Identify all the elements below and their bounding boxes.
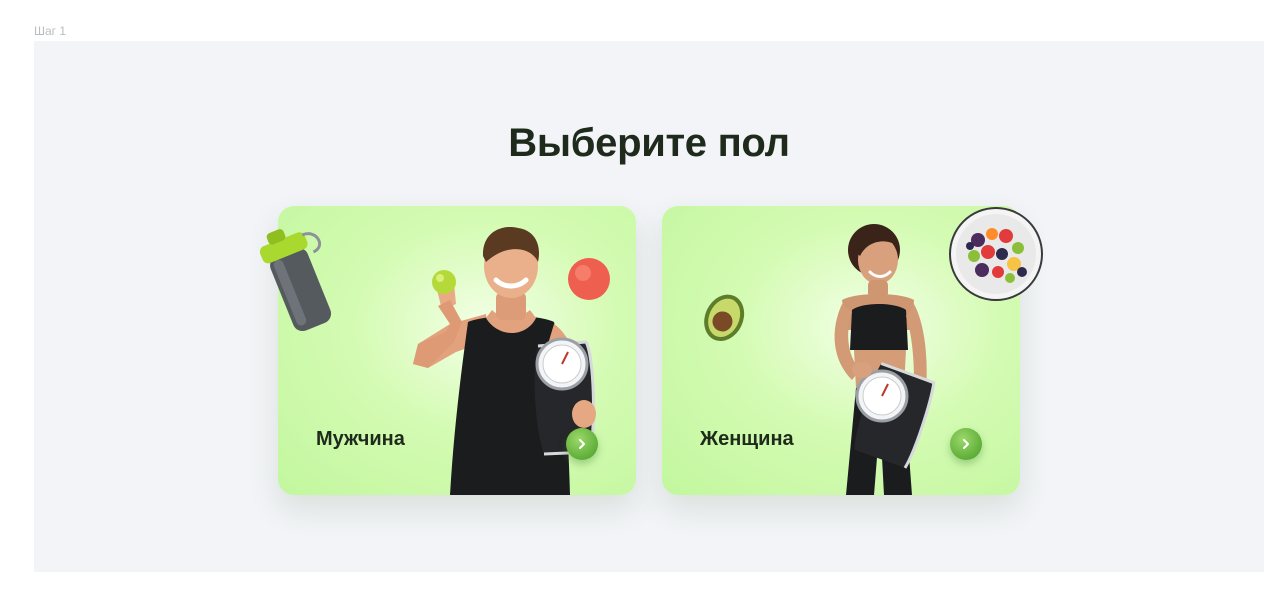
- shaker-bottle-image: [259, 229, 332, 332]
- card-arrow-button-female[interactable]: [950, 428, 982, 460]
- gender-card-male[interactable]: Мужчина: [259, 206, 636, 495]
- woman-with-scale-image: [834, 224, 936, 495]
- page-title: Выберите пол: [508, 121, 790, 165]
- gender-label-male: Мужчина: [316, 428, 405, 450]
- gender-card-female[interactable]: Женщина: [662, 206, 1043, 495]
- fruit-bowl-image: [949, 207, 1043, 301]
- gender-label-female: Женщина: [700, 428, 794, 450]
- avocado-image: [704, 294, 745, 341]
- grapefruit-image: [568, 258, 610, 300]
- onboarding-frame: Выберите пол Мужчина Женщина: [34, 41, 1264, 572]
- card-arrow-button-male[interactable]: [566, 428, 598, 460]
- chevron-right-icon: [579, 439, 585, 449]
- chevron-right-icon: [963, 439, 969, 449]
- step-label: Шаг 1: [34, 24, 67, 38]
